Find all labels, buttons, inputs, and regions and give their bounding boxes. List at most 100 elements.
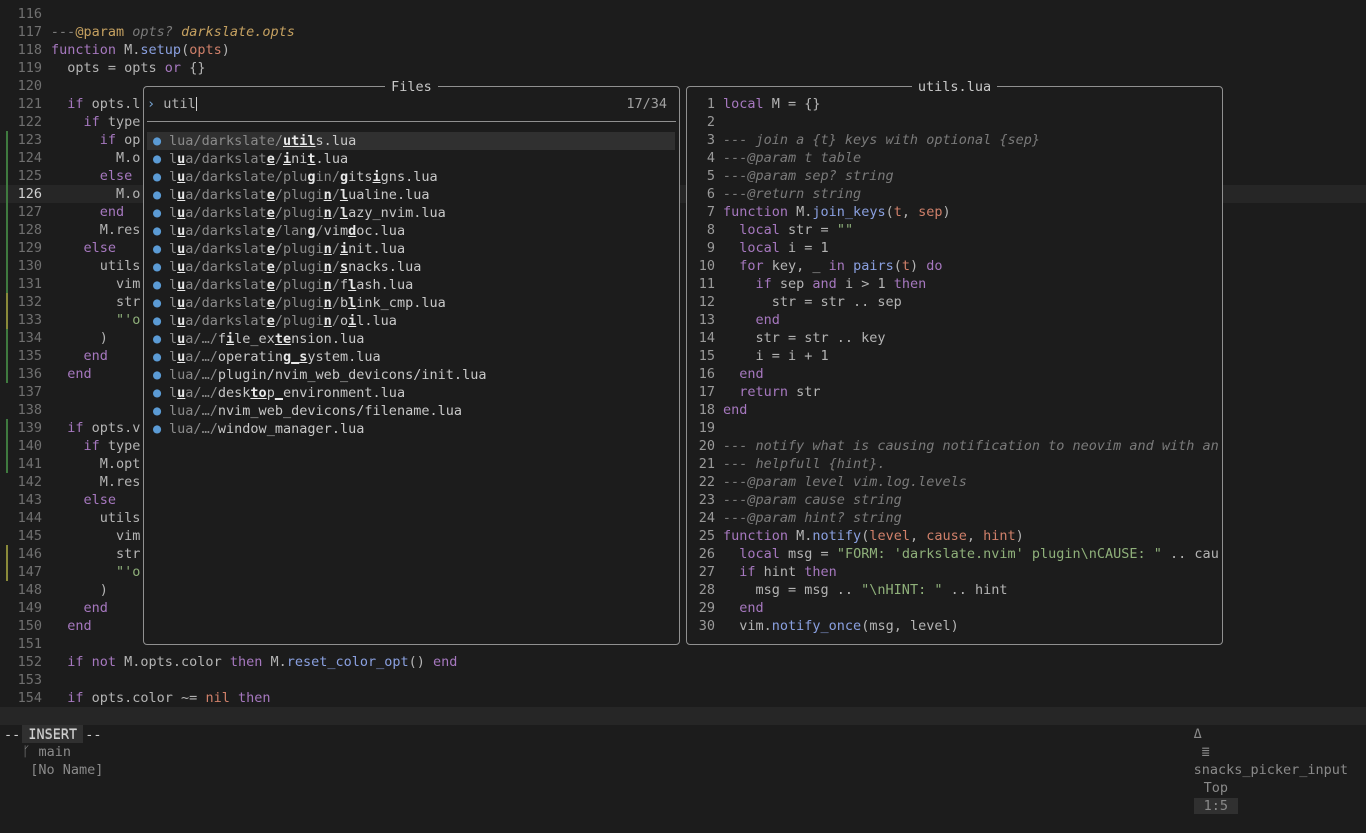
result-char: r xyxy=(217,205,226,221)
result-char: _ xyxy=(266,421,275,437)
picker-result-item[interactable]: ● lua/darkslate/plugin/blink_cmp.lua xyxy=(147,294,675,312)
code-token: str xyxy=(788,384,821,400)
result-char: / xyxy=(331,313,340,329)
git-sign xyxy=(6,275,8,293)
git-sign xyxy=(6,437,8,455)
picker-result-item[interactable]: ● lua/darkslate/plugin/lazy_nvim.lua xyxy=(147,204,675,222)
picker-result-item[interactable]: ● lua/darkslate/init.lua xyxy=(147,150,675,168)
editor-line[interactable]: 116 xyxy=(0,5,1366,23)
code-token: str = xyxy=(779,222,837,238)
code-token: and xyxy=(812,276,837,292)
code-token: darkslate.opts xyxy=(181,24,295,40)
result-char: p xyxy=(225,349,235,365)
code-token: "FORM: 'darkslate.nvim' plugin\nCAUSE: " xyxy=(836,546,1162,562)
picker-result-item[interactable]: ● lua/darkslate/plugin/gitsigns.lua xyxy=(147,168,675,186)
result-char: / xyxy=(209,331,218,347)
code-token: in xyxy=(828,258,845,274)
code-token: end xyxy=(723,312,780,328)
result-char: . xyxy=(323,133,332,149)
line-number: 143 xyxy=(17,492,42,508)
line-number: 144 xyxy=(17,510,42,526)
result-char: m xyxy=(274,421,283,437)
editor-line[interactable]: 119 opts = opts or {} xyxy=(0,59,1366,77)
result-char: k xyxy=(225,241,235,257)
result-char: a xyxy=(356,331,365,347)
git-sign xyxy=(6,203,8,221)
preview-line-number: 14 xyxy=(698,330,715,346)
result-char: a xyxy=(405,277,414,293)
picker-result-item[interactable]: ● lua/…/plugin/nvim_web_devicons/init.lua xyxy=(147,366,675,384)
result-char: l xyxy=(169,259,178,275)
result-char: g xyxy=(307,205,316,221)
picker-result-item[interactable]: ● lua/…/file_extension.lua xyxy=(147,330,675,348)
preview-code: 1 local M = {} 2 3 --- join a {t} keys with … xyxy=(689,95,1219,635)
result-char: a xyxy=(209,295,218,311)
picker-result-item[interactable]: ● lua/…/nvim_web_devicons/filename.lua xyxy=(147,402,675,420)
code-token: ---@param hint? string xyxy=(723,510,902,526)
code-token: M. xyxy=(788,204,813,220)
picker-title: Files xyxy=(385,79,438,95)
picker-results-list[interactable]: ● lua/darkslate/utils.lua ● lua/darkslate/i… xyxy=(147,132,675,438)
picker-result-item[interactable]: ● lua/darkslate/utils.lua xyxy=(147,132,675,150)
preview-line-number: 26 xyxy=(698,546,715,562)
preview-line-number: 23 xyxy=(698,492,715,508)
git-sign xyxy=(6,311,8,329)
picker-input[interactable]: › util 17/34 xyxy=(147,95,675,113)
result-char: t xyxy=(258,349,267,365)
code-token: hint xyxy=(983,528,1016,544)
result-char: d xyxy=(201,277,210,293)
lua-file-icon: ● xyxy=(153,313,162,329)
picker-result-item[interactable]: ● lua/darkslate/plugin/flash.lua xyxy=(147,276,675,294)
result-char: l xyxy=(380,385,389,401)
result-char: a xyxy=(372,349,381,365)
picker-result-item[interactable]: ● lua/darkslate/plugin/snacks.lua xyxy=(147,258,675,276)
code-token: then xyxy=(229,654,263,670)
picker-result-item[interactable]: ● lua/…/desktop_environment.lua xyxy=(147,384,675,402)
editor-line[interactable]: 154 if opts.color ~= nil then xyxy=(0,689,1366,707)
command-line[interactable]: -- INSERT -- xyxy=(4,726,102,744)
result-char: l xyxy=(282,223,292,239)
picker-result-item[interactable]: ● lua/…/window_manager.lua xyxy=(147,420,675,438)
code-token: ) xyxy=(942,204,951,220)
code-token: then xyxy=(893,276,927,292)
picker-result-item[interactable]: ● lua/darkslate/plugin/init.lua xyxy=(147,240,675,258)
picker-result-item[interactable]: ● lua/…/operating_system.lua xyxy=(147,348,675,366)
picker-result-item[interactable]: ● lua/darkslate/lang/vimdoc.lua xyxy=(147,222,675,240)
result-char: m xyxy=(405,205,414,221)
result-char: a xyxy=(209,241,218,257)
result-char: d xyxy=(201,223,210,239)
code-token: end xyxy=(51,348,108,364)
preview-line: 15 i = i + 1 xyxy=(689,347,1219,365)
code-token: --- join a {t} keys with optional {sep} xyxy=(723,132,1040,148)
code-token: M.o xyxy=(51,186,141,202)
editor-line[interactable]: 153 xyxy=(0,671,1366,689)
result-char: f xyxy=(217,331,226,347)
editor-line[interactable]: 152 if not M.opts.color then M.reset_col… xyxy=(0,653,1366,671)
code-token: t xyxy=(893,204,902,220)
result-char: l xyxy=(380,403,389,419)
code-token: notify_once xyxy=(771,618,862,634)
result-char: u xyxy=(396,277,406,293)
result-char: m xyxy=(396,295,406,311)
editor-line[interactable]: 117 ---@param opts? darkslate.opts xyxy=(0,23,1366,41)
result-char: l xyxy=(169,169,178,185)
picker-result-item[interactable]: ● lua/darkslate/plugin/oil.lua xyxy=(147,312,675,330)
result-char: g xyxy=(307,169,316,185)
result-char: k xyxy=(225,169,235,185)
result-char: / xyxy=(193,133,202,149)
result-char: a xyxy=(453,403,463,419)
preview-panel: utils.lua 1 local M = {} 2 3 --- join a {t} … xyxy=(686,79,1223,645)
editor-line[interactable]: 118 function M.setup(opts) xyxy=(0,41,1366,59)
result-char: i xyxy=(282,151,292,167)
result-char: p xyxy=(282,277,292,293)
preview-line-number: 24 xyxy=(698,510,715,526)
result-char: s xyxy=(339,259,349,275)
result-char: k xyxy=(225,133,235,149)
result-char: k xyxy=(225,295,235,311)
result-char: m xyxy=(339,349,349,365)
result-char: s xyxy=(405,367,414,383)
preview-line-number: 18 xyxy=(698,402,715,418)
result-char: t xyxy=(445,367,454,383)
preview-line: 25 function M.notify(level, cause, hint) xyxy=(689,527,1219,545)
picker-result-item[interactable]: ● lua/darkslate/plugin/lualine.lua xyxy=(147,186,675,204)
